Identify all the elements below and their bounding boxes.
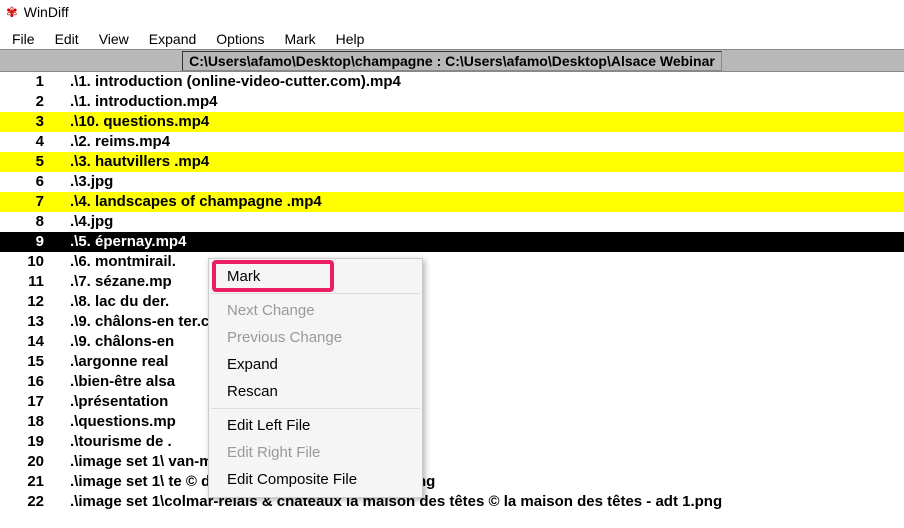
menu-options[interactable]: Options (206, 28, 274, 45)
file-name: .\10. questions.mp4 (58, 112, 904, 132)
context-menu: Mark Next ChangePrevious ChangeExpandResc… (208, 258, 423, 498)
line-number: 22 (0, 492, 58, 512)
line-number: 20 (0, 452, 58, 472)
file-name: .\tourisme de . (58, 432, 904, 452)
file-row[interactable]: 5.\3. hautvillers .mp4 (0, 152, 904, 172)
file-row[interactable]: 20.\image set 1\ van-moreau - adt.png (0, 452, 904, 472)
line-number: 1 (0, 72, 58, 92)
file-name: .\présentation (58, 392, 904, 412)
file-row[interactable]: 8.\4.jpg (0, 212, 904, 232)
file-name: .\image set 1\ te © david-emmanuel cohen… (58, 472, 904, 492)
file-name: .\2. reims.mp4 (58, 132, 904, 152)
file-row[interactable]: 21.\image set 1\ te © david-emmanuel coh… (0, 472, 904, 492)
menu-file[interactable]: File (2, 28, 45, 45)
line-number: 2 (0, 92, 58, 112)
line-number: 11 (0, 272, 58, 292)
file-name: .\bien-être alsa (58, 372, 904, 392)
file-row[interactable]: 13.\9. châlons-en ter.com).mp4 (0, 312, 904, 332)
context-menu-item-mark[interactable]: Mark (209, 263, 422, 290)
context-menu-item-next-change: Next Change (209, 297, 422, 324)
context-menu-separator (211, 408, 420, 409)
file-name: .\4. landscapes of champagne .mp4 (58, 192, 904, 212)
context-menu-item-edit-composite-file[interactable]: Edit Composite File (209, 466, 422, 493)
file-name: .\image set 1\ van-moreau - adt.png (58, 452, 904, 472)
line-number: 15 (0, 352, 58, 372)
path-bar: C:\Users\afamo\Desktop\champagne : C:\Us… (0, 50, 904, 72)
line-number: 13 (0, 312, 58, 332)
app-title: WinDiff (24, 4, 69, 20)
menu-edit[interactable]: Edit (45, 28, 89, 45)
line-number: 16 (0, 372, 58, 392)
menu-bar: File Edit View Expand Options Mark Help (0, 24, 904, 50)
file-row[interactable]: 2.\1. introduction.mp4 (0, 92, 904, 112)
line-number: 9 (0, 232, 58, 252)
menu-expand[interactable]: Expand (139, 28, 206, 45)
file-name: .\5. épernay.mp4 (58, 232, 904, 252)
line-number: 3 (0, 112, 58, 132)
file-row[interactable]: 18.\questions.mp (0, 412, 904, 432)
file-row[interactable]: 10.\6. montmirail. (0, 252, 904, 272)
context-menu-item-previous-change: Previous Change (209, 324, 422, 351)
file-name: .\1. introduction (online-video-cutter.c… (58, 72, 904, 92)
file-row[interactable]: 17.\présentation (0, 392, 904, 412)
line-number: 19 (0, 432, 58, 452)
context-menu-item-edit-left-file[interactable]: Edit Left File (209, 412, 422, 439)
line-number: 10 (0, 252, 58, 272)
line-number: 18 (0, 412, 58, 432)
file-row[interactable]: 7.\4. landscapes of champagne .mp4 (0, 192, 904, 212)
file-name: .\9. châlons-en ter.com).mp4 (58, 312, 904, 332)
file-row[interactable]: 6.\3.jpg (0, 172, 904, 192)
context-menu-separator (211, 293, 420, 294)
file-name: .\6. montmirail. (58, 252, 904, 272)
context-menu-item-expand[interactable]: Expand (209, 351, 422, 378)
file-row[interactable]: 11.\7. sézane.mp (0, 272, 904, 292)
file-row[interactable]: 3.\10. questions.mp4 (0, 112, 904, 132)
line-number: 4 (0, 132, 58, 152)
line-number: 5 (0, 152, 58, 172)
menu-mark[interactable]: Mark (275, 28, 326, 45)
line-number: 8 (0, 212, 58, 232)
menu-view[interactable]: View (89, 28, 139, 45)
file-row[interactable]: 15.\argonne real (0, 352, 904, 372)
line-number: 21 (0, 472, 58, 492)
file-name: .\image set 1\colmar-relais & châteaux l… (58, 492, 904, 512)
path-text: C:\Users\afamo\Desktop\champagne : C:\Us… (182, 51, 722, 71)
file-name: .\1. introduction.mp4 (58, 92, 904, 112)
line-number: 7 (0, 192, 58, 212)
file-name: .\argonne real (58, 352, 904, 372)
file-name: .\3.jpg (58, 172, 904, 192)
file-name: .\3. hautvillers .mp4 (58, 152, 904, 172)
line-number: 17 (0, 392, 58, 412)
line-number: 14 (0, 332, 58, 352)
context-menu-item-rescan[interactable]: Rescan (209, 378, 422, 405)
file-name: .\8. lac du der. (58, 292, 904, 312)
file-row[interactable]: 12.\8. lac du der. (0, 292, 904, 312)
file-row[interactable]: 16.\bien-être alsa (0, 372, 904, 392)
file-row[interactable]: 22.\image set 1\colmar-relais & châteaux… (0, 492, 904, 512)
context-menu-item-edit-right-file: Edit Right File (209, 439, 422, 466)
file-name: .\9. châlons-en (58, 332, 904, 352)
file-row[interactable]: 4.\2. reims.mp4 (0, 132, 904, 152)
file-name: .\4.jpg (58, 212, 904, 232)
file-row[interactable]: 14.\9. châlons-en (0, 332, 904, 352)
file-name: .\questions.mp (58, 412, 904, 432)
file-row[interactable]: 9.\5. épernay.mp4 (0, 232, 904, 252)
title-bar: ✾ WinDiff (0, 0, 904, 24)
menu-help[interactable]: Help (326, 28, 375, 45)
file-row[interactable]: 19.\tourisme de . (0, 432, 904, 452)
file-row[interactable]: 1.\1. introduction (online-video-cutter.… (0, 72, 904, 92)
file-name: .\7. sézane.mp (58, 272, 904, 292)
line-number: 6 (0, 172, 58, 192)
file-list[interactable]: 1.\1. introduction (online-video-cutter.… (0, 72, 904, 528)
line-number: 12 (0, 292, 58, 312)
app-icon: ✾ (6, 4, 18, 21)
